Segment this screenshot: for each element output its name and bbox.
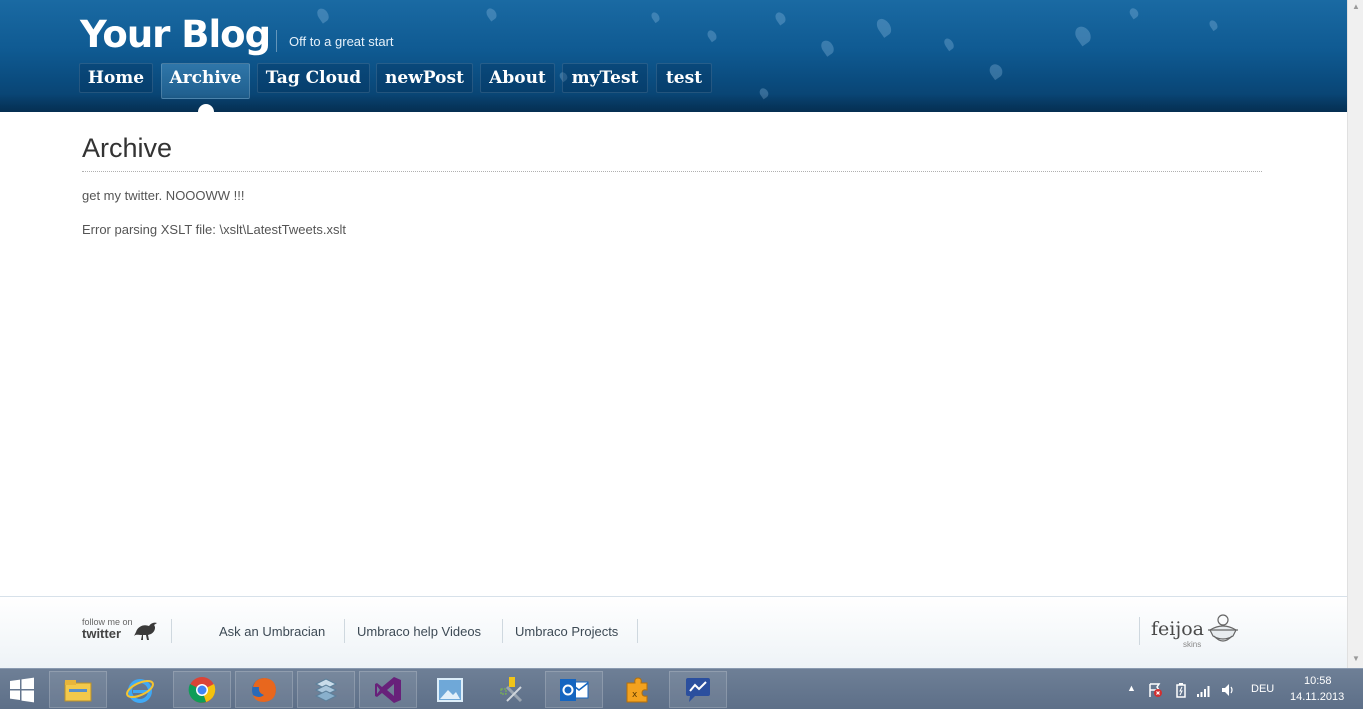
taskbar-tools[interactable]	[483, 671, 541, 708]
windows-logo-icon	[10, 677, 34, 702]
site-header: Your Blog Off to a great start Home Arch…	[0, 0, 1347, 112]
taskbar-outlook[interactable]	[545, 671, 603, 708]
windows-taskbar: x ▲ DEU 10:58 14.11.2013	[0, 668, 1363, 709]
stack-app-icon	[314, 677, 338, 702]
taskbar-puzzle-app[interactable]: x	[607, 671, 665, 708]
feijoa-brand-sub: skins	[1183, 640, 1202, 649]
footer-divider	[1139, 617, 1140, 645]
svg-text:x: x	[632, 690, 638, 700]
footer-divider	[344, 619, 345, 643]
taskbar-firefox[interactable]	[235, 671, 293, 708]
footer-divider	[637, 619, 638, 643]
nav-item-archive[interactable]: Archive	[161, 63, 250, 99]
start-button[interactable]	[0, 669, 44, 709]
raindrop-decoration	[1127, 6, 1141, 20]
nav-item-test[interactable]: test	[656, 63, 712, 93]
input-language-indicator[interactable]: DEU	[1251, 683, 1274, 695]
taskbar-chart-app[interactable]	[669, 671, 727, 708]
outlook-icon	[560, 678, 589, 701]
action-center-flag-icon[interactable]	[1147, 682, 1163, 698]
page-title: Archive	[82, 133, 173, 163]
nav-item-tag-cloud[interactable]: Tag Cloud	[257, 63, 370, 93]
taskbar-chrome[interactable]	[173, 671, 231, 708]
network-signal-icon[interactable]	[1196, 682, 1212, 698]
taskbar-internet-explorer[interactable]	[111, 671, 169, 708]
taskbar-image-viewer[interactable]	[421, 671, 479, 708]
footer-link-projects[interactable]: Umbraco Projects	[515, 624, 618, 639]
file-explorer-icon	[64, 679, 92, 701]
scroll-up-icon[interactable]: ▲	[1351, 2, 1361, 11]
raindrop-decoration	[818, 38, 837, 57]
active-nav-indicator	[198, 104, 214, 120]
title-divider-line	[82, 171, 1262, 172]
title-divider	[276, 30, 277, 52]
raindrop-decoration	[1207, 18, 1220, 32]
site-tagline: Off to a great start	[289, 34, 394, 49]
error-message: Error parsing XSLT file: \xslt\LatestTwe…	[82, 222, 346, 237]
footer-link-ask-umbracian[interactable]: Ask an Umbracian	[219, 624, 325, 639]
visual-studio-icon	[375, 676, 401, 703]
scroll-down-icon[interactable]: ▼	[1351, 654, 1361, 663]
raindrop-decoration	[484, 6, 499, 22]
image-viewer-icon	[437, 677, 463, 702]
nav-item-about[interactable]: About	[480, 63, 555, 93]
puzzle-app-icon: x	[626, 676, 648, 702]
feijoa-brand-name[interactable]: feijoa	[1151, 618, 1204, 640]
chart-app-icon	[686, 677, 710, 702]
raindrop-decoration	[942, 36, 956, 52]
raindrop-decoration	[314, 6, 332, 24]
nav-item-newpost[interactable]: newPost	[376, 63, 473, 93]
site-footer: follow me on twitter Ask an Umbracian Um…	[0, 596, 1347, 668]
raindrop-decoration	[705, 28, 719, 43]
firefox-icon	[252, 677, 276, 702]
footer-divider	[502, 619, 503, 643]
taskbar-visual-studio[interactable]	[359, 671, 417, 708]
tools-icon	[500, 676, 523, 702]
twitter-follow-link[interactable]: twitter	[82, 626, 121, 641]
clock-time[interactable]: 10:58	[1304, 675, 1332, 687]
raindrop-decoration	[987, 61, 1005, 81]
raindrop-decoration	[1072, 23, 1094, 47]
raindrop-decoration	[757, 86, 771, 100]
nav-item-home[interactable]: Home	[79, 63, 153, 93]
raindrop-decoration	[649, 10, 662, 24]
footer-divider	[171, 619, 172, 643]
internet-explorer-icon	[126, 678, 154, 703]
post-paragraph: get my twitter. NOOOWW !!!	[82, 188, 245, 203]
feijoa-mascot-icon[interactable]	[1206, 612, 1240, 648]
nav-item-mytest[interactable]: myTest	[562, 63, 648, 93]
show-hidden-icons-button[interactable]: ▲	[1127, 683, 1136, 693]
site-title[interactable]: Your Blog	[80, 13, 271, 56]
twitter-bird-icon[interactable]	[132, 618, 160, 644]
volume-icon[interactable]	[1220, 682, 1236, 698]
chrome-icon	[188, 676, 216, 703]
footer-link-help-videos[interactable]: Umbraco help Videos	[357, 624, 481, 639]
taskbar-file-explorer[interactable]	[49, 671, 107, 708]
vertical-scrollbar[interactable]: ▲ ▼	[1347, 0, 1363, 668]
raindrop-decoration	[873, 16, 895, 38]
clock-date[interactable]: 14.11.2013	[1290, 691, 1344, 703]
raindrop-decoration	[773, 10, 788, 26]
battery-icon[interactable]	[1173, 682, 1189, 698]
taskbar-stack-app[interactable]	[297, 671, 355, 708]
